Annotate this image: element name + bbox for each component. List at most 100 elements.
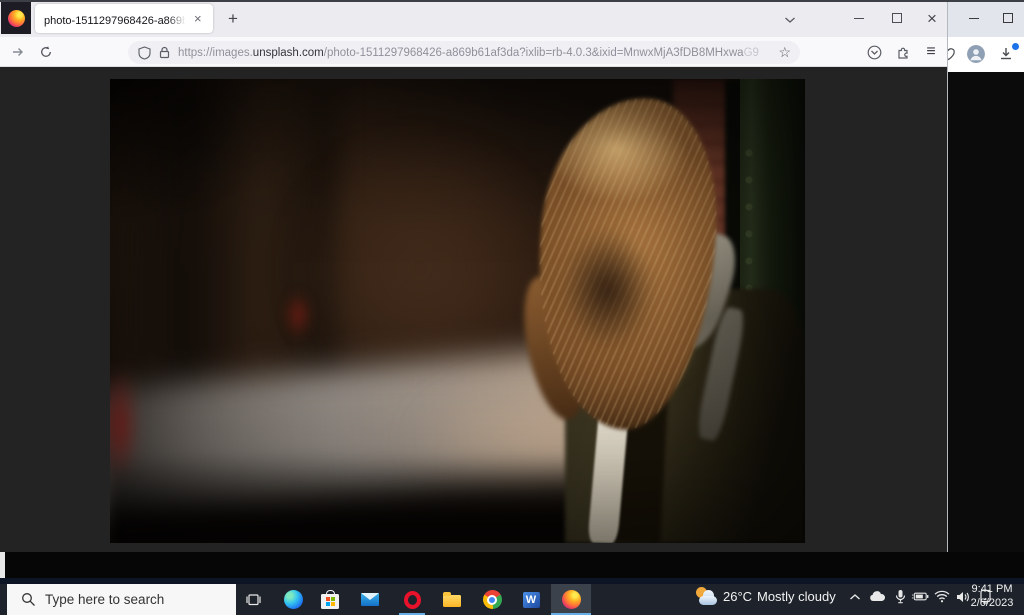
unsplash-photo-image — [110, 79, 805, 543]
mail-icon — [361, 593, 379, 606]
photo-layer-base — [110, 79, 805, 543]
window-maximize-button[interactable] — [879, 0, 915, 36]
firefox-logo-icon — [8, 10, 25, 27]
weather-icon[interactable] — [696, 587, 720, 606]
menu-button[interactable]: ≡ — [918, 40, 944, 64]
tab-title-wrap: photo-1511297968426-a869b61af3da — [44, 11, 190, 27]
photo-layer-left-wall — [110, 79, 340, 509]
weather-condition[interactable]: Mostly cloudy — [757, 589, 836, 604]
url-text[interactable]: https://images.unsplash.com/photo-151129… — [178, 47, 772, 59]
favorites-heart-icon[interactable] — [948, 47, 956, 66]
clock-date: 2/6/2023 — [964, 597, 1020, 611]
tab-close-icon[interactable]: × — [194, 12, 202, 25]
window-top-border — [0, 0, 1024, 2]
taskbar-word-button[interactable]: W — [516, 584, 546, 615]
maximize-icon — [892, 13, 902, 23]
taskbar-task-view-button[interactable] — [238, 584, 268, 615]
microsoft-store-icon — [321, 594, 339, 609]
url-prefix: https://images. — [178, 47, 253, 59]
taskbar-store-button[interactable] — [315, 584, 345, 615]
downloads-icon[interactable] — [998, 46, 1018, 63]
file-explorer-icon — [443, 595, 461, 607]
desktop-screen: photo-1511297968426-a869b61af3da × + × — [0, 0, 1024, 615]
taskbar-chrome-button[interactable] — [477, 584, 507, 615]
photo-layer-white-shirt — [587, 345, 634, 543]
background-window — [947, 0, 1024, 552]
photo-layer-vignette — [110, 79, 805, 543]
photo-layer-floor — [110, 336, 729, 522]
background-window-titlebar — [948, 0, 1024, 37]
onedrive-cloud-icon — [869, 591, 886, 602]
list-all-tabs-chevron-icon[interactable] — [778, 11, 802, 27]
photo-layer-hood-strap — [656, 225, 745, 354]
window-minimize-button[interactable] — [841, 0, 877, 36]
microphone-icon — [894, 589, 907, 604]
reload-icon — [39, 45, 53, 59]
extensions-button[interactable] — [890, 40, 916, 64]
window-close-button[interactable]: × — [914, 0, 950, 36]
url-path: /photo-1511297968426-a869b61af3da?ixlib=… — [324, 47, 744, 59]
search-input[interactable] — [45, 592, 215, 607]
chrome-icon — [483, 590, 502, 609]
photo-layer-strap — [694, 306, 747, 442]
chevron-up-icon — [849, 593, 861, 601]
photo-layer-shirt-collar — [599, 306, 628, 357]
photo-layer-hair-lock — [513, 271, 594, 425]
tab-active[interactable]: photo-1511297968426-a869b61af3da × — [35, 4, 213, 33]
shield-icon[interactable] — [138, 46, 151, 60]
reload-button[interactable] — [33, 40, 59, 64]
bookmark-star-icon[interactable]: ☆ — [778, 44, 791, 61]
tab-bar: photo-1511297968426-a869b61af3da × + × — [0, 0, 947, 37]
wifi-icon — [934, 590, 950, 603]
photo-layer-bottom-shadow — [110, 453, 805, 543]
battery-charging-icon — [911, 591, 929, 602]
tray-wifi-button[interactable] — [933, 588, 951, 605]
photo-layer-door-gap — [725, 79, 743, 543]
photo-layer-brick-wall — [673, 79, 735, 351]
puzzle-icon — [896, 45, 911, 60]
tray-battery-button[interactable] — [911, 588, 929, 605]
firefox-app-icon-block — [1, 2, 31, 34]
background-maximize-button[interactable] — [990, 0, 1024, 36]
taskbar-firefox-button-active[interactable] — [551, 584, 591, 615]
photo-layer-red-object — [110, 369, 136, 481]
pocket-button[interactable] — [861, 40, 887, 64]
photo-layer-red-smear — [286, 293, 310, 337]
edge-icon — [284, 590, 303, 609]
tab-title-fade — [168, 11, 190, 27]
url-bar[interactable]: https://images.unsplash.com/photo-151129… — [128, 41, 800, 64]
new-tab-button[interactable]: + — [221, 7, 245, 31]
tray-onedrive-button[interactable] — [868, 588, 886, 605]
lock-icon[interactable] — [159, 46, 170, 59]
photo-layer-green-door — [740, 79, 805, 543]
maximize-icon — [1003, 13, 1013, 23]
close-icon: × — [927, 10, 937, 27]
forward-arrow-icon — [11, 45, 25, 59]
hamburger-menu-icon: ≡ — [926, 43, 935, 61]
photo-layer-door-shade — [740, 373, 805, 543]
taskbar-search-box[interactable] — [7, 584, 236, 615]
download-notification-dot — [1012, 43, 1019, 50]
weather-temperature[interactable]: 26°C — [723, 589, 752, 604]
page-content — [0, 67, 947, 552]
minimize-icon — [854, 18, 864, 19]
windows-taskbar: W 26°C Mostly cloudy — [0, 578, 1024, 615]
opera-icon — [404, 591, 421, 609]
firefox-window: photo-1511297968426-a869b61af3da × + × — [0, 0, 947, 552]
tray-microphone-button[interactable] — [891, 588, 909, 605]
photo-layer-face-shadow — [560, 227, 655, 352]
taskbar-opera-button[interactable] — [397, 584, 427, 615]
taskbar-mail-button[interactable] — [355, 584, 385, 615]
forward-button[interactable] — [5, 40, 31, 64]
pocket-icon — [867, 45, 882, 60]
minimize-icon — [969, 18, 979, 19]
clock-time: 9:41 PM — [964, 583, 1020, 597]
tray-show-hidden-icons-button[interactable] — [846, 588, 864, 605]
url-domain: unsplash.com — [253, 47, 324, 59]
background-minimize-button[interactable] — [956, 0, 992, 36]
profile-avatar-icon[interactable] — [967, 45, 985, 63]
taskbar-file-explorer-button[interactable] — [437, 584, 467, 615]
taskbar-clock[interactable]: 9:41 PM 2/6/2023 — [964, 583, 1020, 610]
search-icon — [21, 592, 36, 607]
taskbar-edge-button[interactable] — [278, 584, 308, 615]
